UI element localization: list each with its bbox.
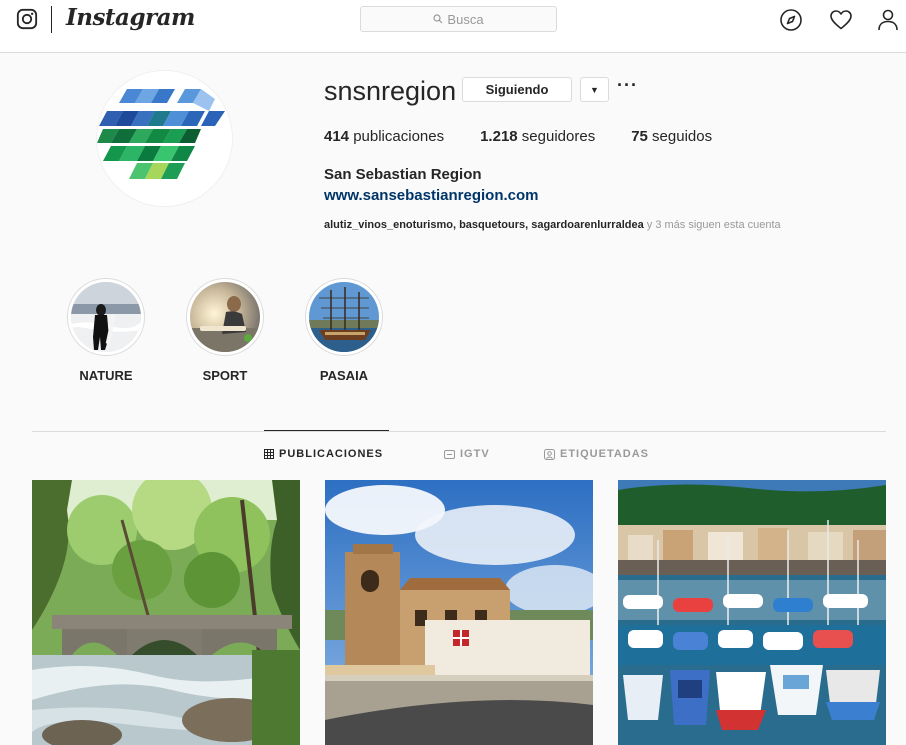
- profile-username: snsnregion: [324, 76, 457, 106]
- tagged-user-icon: [544, 448, 555, 460]
- grid-icon: [264, 449, 274, 459]
- region-logo-avatar: [97, 71, 232, 206]
- following-button[interactable]: Siguiendo: [462, 77, 572, 102]
- heart-icon[interactable]: [829, 8, 853, 32]
- tab-igtv-label: IGTV: [460, 448, 490, 460]
- highlight-ring: [186, 278, 264, 356]
- posts-count: 414: [324, 128, 350, 145]
- highlight-nature[interactable]: NATURE: [67, 278, 145, 383]
- post-thumbnail-stone-church[interactable]: [325, 480, 593, 745]
- tab-posts[interactable]: PUBLICACIONES: [264, 448, 383, 460]
- profile-avatar[interactable]: [96, 70, 233, 207]
- tab-igtv[interactable]: IGTV: [444, 448, 490, 460]
- followers-count: 1.218: [480, 128, 518, 145]
- highlight-nature-thumbnail: [71, 282, 141, 352]
- active-tab-indicator: [264, 430, 389, 431]
- post-thumbnail-forest-bridge[interactable]: [32, 480, 300, 745]
- highlight-pasaia[interactable]: PASAIA: [305, 278, 383, 383]
- compass-icon[interactable]: [779, 8, 803, 32]
- profile-website-link[interactable]: www.sansebastianregion.com: [324, 187, 539, 204]
- following-stat[interactable]: 75 seguidos: [631, 128, 712, 145]
- search-placeholder: Busca: [447, 11, 484, 27]
- tab-posts-label: PUBLICACIONES: [279, 448, 384, 460]
- highlight-ring: [305, 278, 383, 356]
- posts-label: publicaciones: [349, 128, 445, 145]
- instagram-wordmark[interactable]: Instagram: [66, 4, 195, 31]
- search-input[interactable]: Busca: [360, 6, 557, 32]
- search-icon: [433, 14, 443, 24]
- followers-label: seguidores: [517, 128, 596, 145]
- highlight-label: SPORT: [202, 368, 248, 383]
- following-label: seguidos: [647, 128, 713, 145]
- profile-stats: 414 publicaciones 1.218 seguidores 75 se…: [324, 128, 748, 145]
- tabs-divider: [32, 431, 886, 432]
- followed-by-names: alutiz_vinos_enoturismo, basquetours, sa…: [324, 219, 644, 231]
- logo-divider: [51, 6, 52, 33]
- tab-tagged-label: ETIQUETADAS: [560, 448, 650, 460]
- followers-stat[interactable]: 1.218 seguidores: [480, 128, 595, 145]
- top-navigation-bar: Instagram Busca: [0, 0, 906, 53]
- highlight-pasaia-thumbnail: [309, 282, 379, 352]
- highlight-ring: [67, 278, 145, 356]
- profile-full-name: San Sebastian Region: [324, 166, 482, 183]
- suggestions-dropdown-button[interactable]: ▼: [580, 77, 609, 102]
- followed-by-text[interactable]: alutiz_vinos_enoturismo, basquetours, sa…: [324, 219, 781, 231]
- followed-by-suffix: y 3 más siguen esta cuenta: [643, 219, 781, 231]
- following-count: 75: [631, 128, 648, 145]
- user-icon[interactable]: [876, 8, 900, 32]
- tv-icon: [444, 450, 455, 459]
- tab-tagged[interactable]: ETIQUETADAS: [544, 448, 649, 460]
- highlight-label: NATURE: [79, 368, 133, 383]
- highlight-label: PASAIA: [319, 368, 369, 383]
- highlight-sport[interactable]: SPORT: [186, 278, 264, 383]
- highlight-sport-thumbnail: [190, 282, 260, 352]
- more-options-icon[interactable]: ···: [617, 76, 637, 99]
- instagram-glyph-icon[interactable]: [16, 8, 38, 30]
- post-thumbnail-harbor-boats[interactable]: [618, 480, 886, 745]
- posts-count-stat: 414 publicaciones: [324, 128, 444, 145]
